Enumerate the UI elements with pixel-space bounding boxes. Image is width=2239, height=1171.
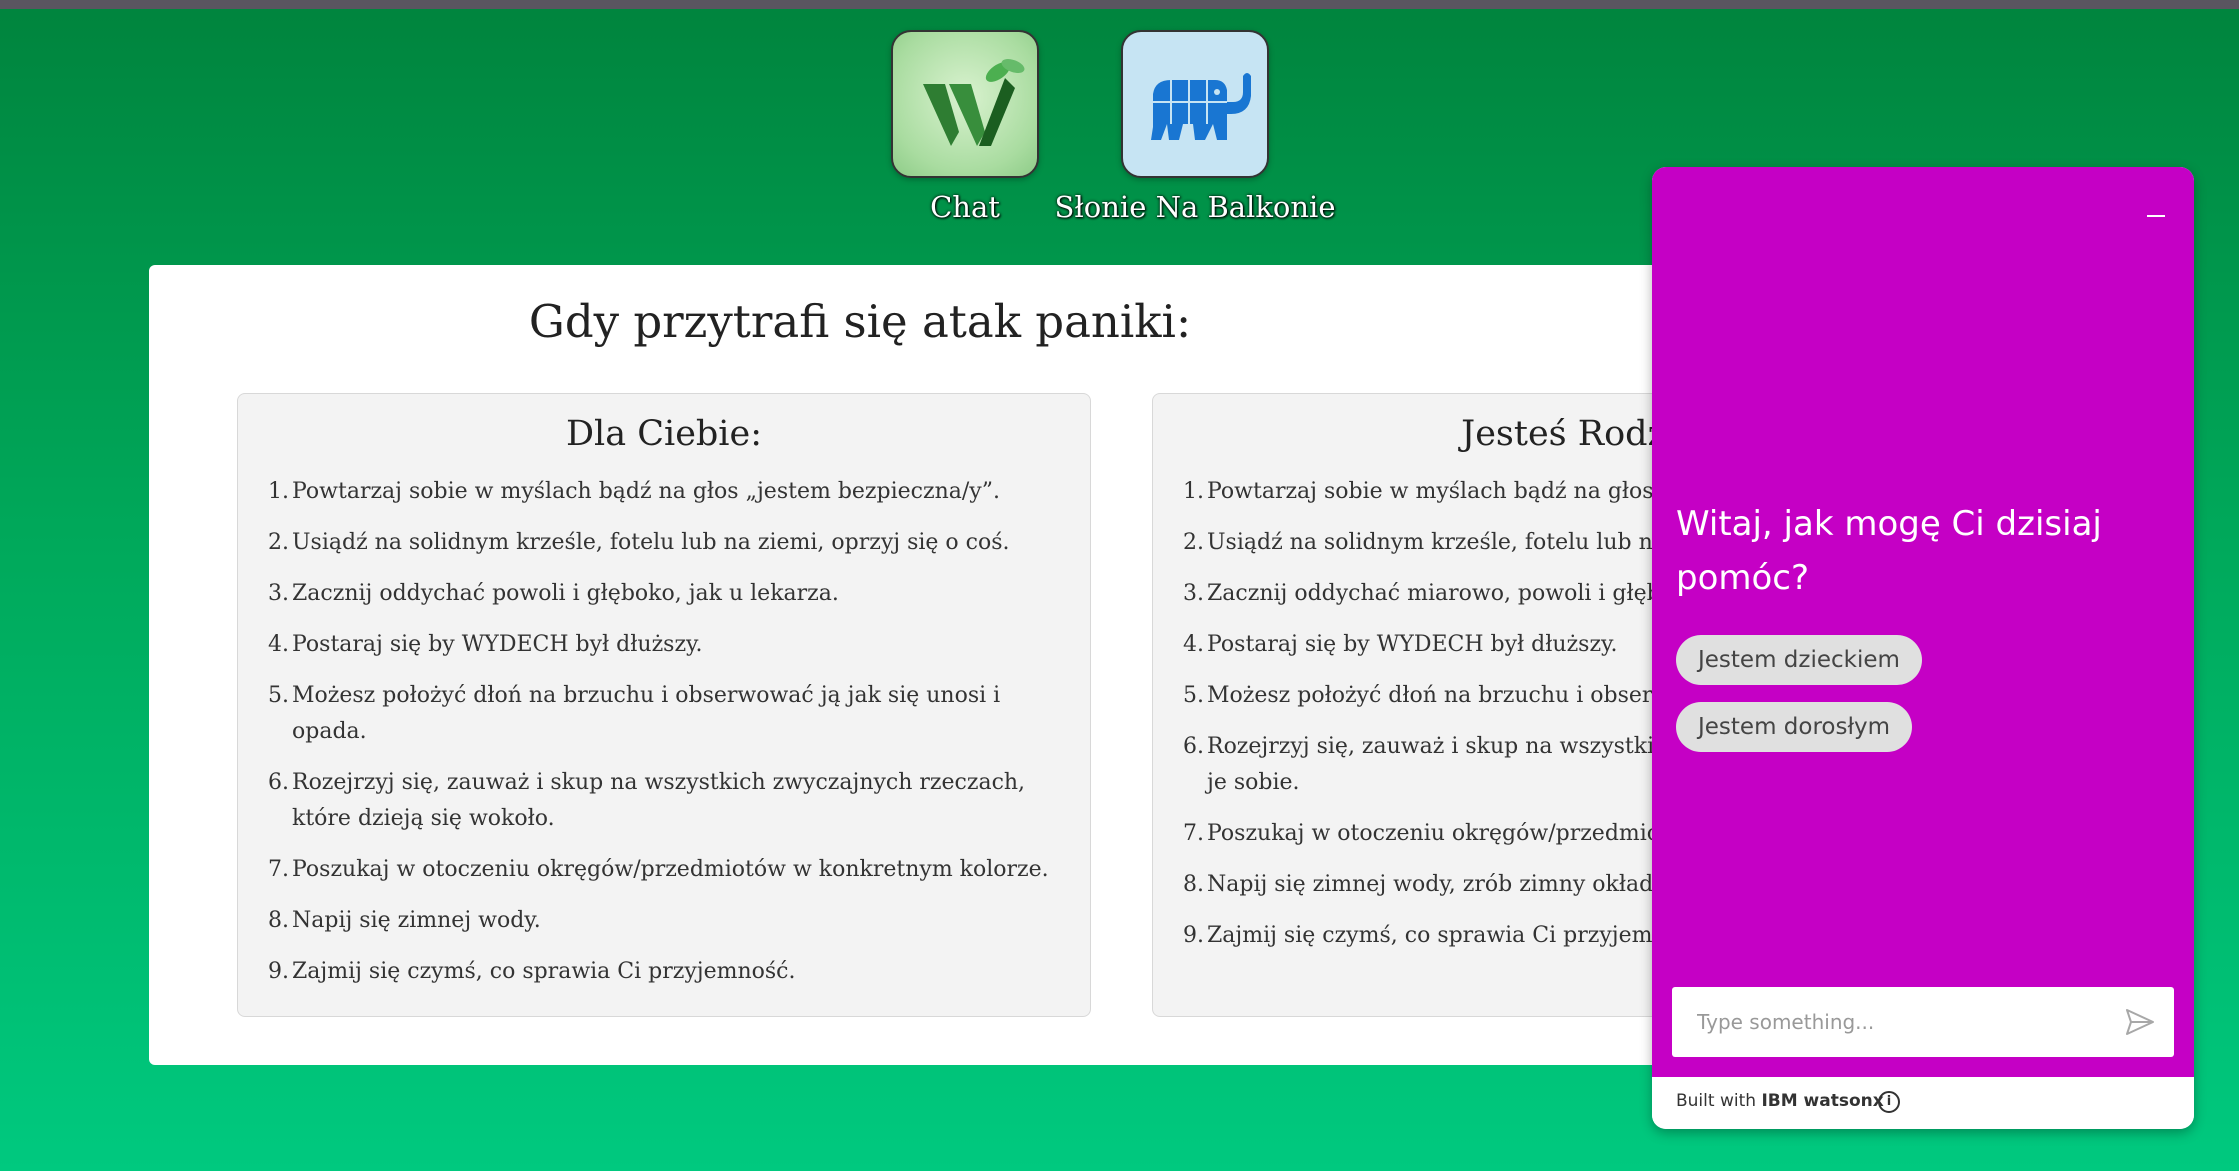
item-text: Zacznij oddychać powoli i głęboko, jak u…: [292, 581, 839, 606]
item-number: 5.: [268, 683, 289, 708]
item-text: Zajmij się czymś, co sprawia Ci przyjemn…: [292, 959, 796, 984]
steps-list: 1. Powtarzaj sobie w myślach bądź na głos…: [268, 474, 1068, 1005]
item-number: 5.: [1183, 683, 1204, 708]
chat-input[interactable]: [1672, 987, 2112, 1057]
slonie-app-label[interactable]: Słonie Na Balkonie: [1036, 190, 1354, 224]
item-number: 6.: [268, 770, 289, 795]
item-number: 9.: [268, 959, 289, 984]
item-number: 8.: [268, 908, 289, 933]
footer-text: Built with IBM watsonx: [1676, 1091, 1884, 1111]
item-text: Postaraj się by WYDECH był dłuższy.: [292, 632, 703, 657]
elephant-icon: [1151, 73, 1251, 140]
footer-prefix: Built with: [1676, 1091, 1757, 1111]
item-number: 3.: [268, 581, 289, 606]
chat-app-button[interactable]: [891, 30, 1039, 178]
item-text: Usiądź na solidnym krześle, fotelu lub n…: [292, 530, 1010, 555]
item-text: Napij się zimnej wody.: [292, 908, 541, 933]
list-item: 9. Zajmij się czymś, co sprawia Ci przyje…: [268, 954, 1068, 990]
list-item: 1. Powtarzaj sobie w myślach bądź na głos…: [268, 474, 1068, 510]
item-number: 4.: [1183, 632, 1204, 657]
item-number: 2.: [268, 530, 289, 555]
chat-footer: Built with IBM watsonx i: [1652, 1077, 2194, 1129]
chat-input-box: [1672, 987, 2174, 1057]
item-text: Poszukaj w otoczeniu okręgów/przedmiotów…: [292, 857, 1049, 882]
item-number: 4.: [268, 632, 289, 657]
list-item: 6. Rozejrzyj się, zauważ i skup na wszyst…: [268, 765, 1068, 837]
item-number: 6.: [1183, 734, 1204, 759]
minimize-button[interactable]: [2140, 197, 2170, 227]
list-item: 3. Zacznij oddychać powoli i głęboko, jak…: [268, 576, 1068, 612]
list-item: 2. Usiądź na solidnym krześle, fotelu lub…: [268, 525, 1068, 561]
info-icon[interactable]: i: [1878, 1091, 1900, 1113]
list-item: 4. Postaraj się by WYDECH był dłuższy.: [268, 627, 1068, 663]
send-icon[interactable]: [2124, 1007, 2156, 1037]
panel-title: Dla Ciebie:: [565, 414, 763, 454]
item-number: 3.: [1183, 581, 1204, 606]
list-item: 7. Poszukaj w otoczeniu okręgów/przedmiot…: [268, 852, 1068, 888]
item-number: 9.: [1183, 923, 1204, 948]
item-number: 7.: [268, 857, 289, 882]
item-number: 2.: [1183, 530, 1204, 555]
item-number: 1.: [268, 479, 289, 504]
option-adult-button[interactable]: Jestem dorosłym: [1676, 702, 1913, 752]
chat-greeting: Witaj, jak mogę Ci dzisiaj pomóc?: [1676, 504, 2102, 598]
item-number: 8.: [1183, 872, 1204, 897]
main-card: Gdy przytrafi się atak paniki: Dla Ciebi…: [149, 265, 2006, 1065]
item-text: Możesz położyć dłoń na brzuchu i obserwo…: [292, 683, 1001, 744]
item-text: Rozejrzyj się, zauważ i skup na wszystki…: [292, 770, 1026, 831]
chat-body: Witaj, jak mogę Ci dzisiaj pomóc? Jestem…: [1652, 167, 2194, 1077]
list-item: 8. Napij się zimnej wody.: [268, 903, 1068, 939]
watsonx-leaf-w-icon: [923, 59, 1025, 146]
item-text: Powtarzaj sobie w myślach bądź na głos „…: [292, 479, 1000, 504]
slonie-app-button[interactable]: [1121, 30, 1269, 178]
footer-brand: IBM watsonx: [1761, 1091, 1884, 1111]
chat-widget: Witaj, jak mogę Ci dzisiaj pomóc? Jestem…: [1652, 167, 2194, 1129]
item-number: 1.: [1183, 479, 1204, 504]
chat-app-label[interactable]: Chat: [891, 190, 1039, 224]
window-top-bar: [0, 0, 2239, 9]
item-number: 7.: [1183, 821, 1204, 846]
list-item: 5. Możesz położyć dłoń na brzuchu i obser…: [268, 678, 1068, 750]
panel-for-you: Dla Ciebie: 1. Powtarzaj sobie w myślach …: [237, 393, 1091, 1017]
page-title: Gdy przytrafi się atak paniki:: [528, 295, 1192, 348]
option-child-button[interactable]: Jestem dzieckiem: [1676, 635, 1922, 685]
